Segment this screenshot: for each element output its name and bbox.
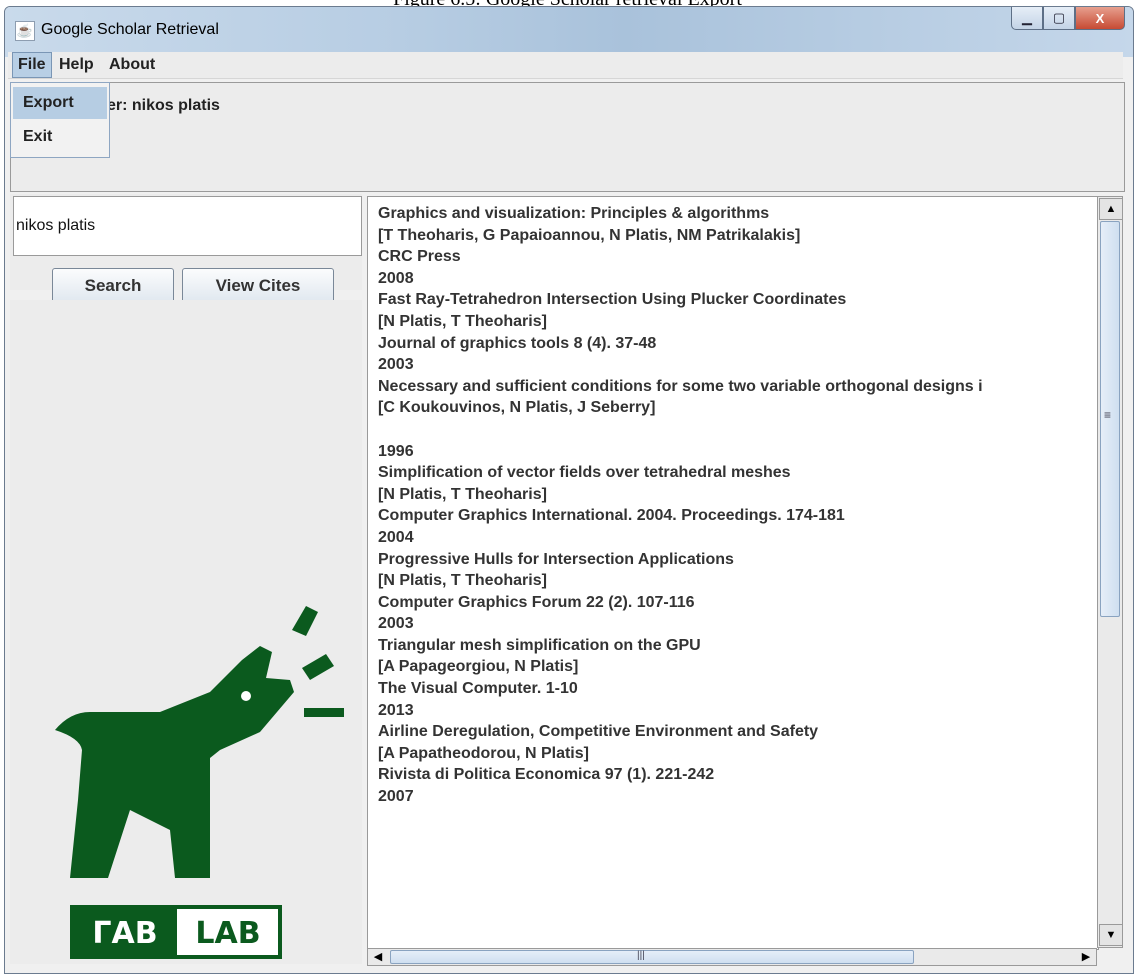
logo-text-left: ΓΑΒ — [92, 916, 157, 951]
vertical-scroll-thumb[interactable]: ≡ — [1100, 221, 1120, 617]
result-line: Journal of graphics tools 8 (4). 37-48 — [378, 334, 657, 352]
menu-about[interactable]: About — [104, 52, 160, 78]
horizontal-scrollbar[interactable]: ◀ ||| ▶ — [367, 948, 1097, 966]
result-line: [T Theoharis, G Papaioannou, N Platis, N… — [378, 226, 801, 244]
dog-eye — [241, 691, 251, 701]
result-line: 2013 — [378, 701, 414, 719]
scroll-up-icon[interactable]: ▲ — [1099, 198, 1123, 220]
search-button[interactable]: Search — [52, 268, 174, 304]
barking-dog-icon — [55, 606, 344, 878]
user-panel: er: nikos platis — [10, 82, 1125, 192]
result-line: 2003 — [378, 356, 414, 374]
result-line: [N Platis, T Theoharis] — [378, 485, 547, 503]
minimize-button[interactable]: ▁ — [1011, 7, 1043, 30]
title-bar[interactable]: ☕ Google Scholar Retrieval ▁ ▢ X — [5, 7, 1133, 57]
result-line: 2003 — [378, 615, 414, 633]
result-line: 2007 — [378, 788, 414, 806]
result-line: CRC Press — [378, 248, 461, 266]
result-line: [A Papatheodorou, N Platis] — [378, 744, 589, 762]
result-line: [N Platis, T Theoharis] — [378, 572, 547, 590]
result-line: The Visual Computer. 1-10 — [378, 680, 578, 698]
result-line: Computer Graphics Forum 22 (2). 107-116 — [378, 593, 695, 611]
result-line: [A Papageorgiou, N Platis] — [378, 658, 579, 676]
window-title: Google Scholar Retrieval — [41, 21, 219, 38]
scroll-left-icon[interactable]: ◀ — [369, 949, 387, 965]
result-line — [368, 419, 1098, 441]
vertical-scrollbar[interactable]: ▲ ≡ ▼ — [1097, 196, 1123, 948]
window-controls: ▁ ▢ X — [1011, 7, 1125, 30]
user-label: er: nikos platis — [107, 97, 220, 114]
menu-item-export[interactable]: Export — [13, 87, 107, 119]
menu-item-exit[interactable]: Exit — [13, 121, 107, 153]
result-line: 2004 — [378, 528, 414, 546]
result-line: Simplification of vector fields over tet… — [378, 464, 791, 482]
result-line: Airline Deregulation, Competitive Enviro… — [378, 723, 819, 741]
result-line: Graphics and visualization: Principles &… — [378, 205, 770, 222]
result-line: Triangular mesh simplification on the GP… — [378, 636, 701, 654]
result-line: [N Platis, T Theoharis] — [378, 312, 547, 330]
scroll-down-icon[interactable]: ▼ — [1099, 924, 1123, 946]
menu-bar: File Help About — [8, 52, 1123, 79]
result-line: Computer Graphics International. 2004. P… — [378, 507, 845, 525]
results-list[interactable]: Graphics and visualization: Principles &… — [367, 196, 1099, 950]
result-line: Fast Ray-Tetrahedron Intersection Using … — [378, 291, 847, 309]
grip-icon: ≡ — [1104, 408, 1112, 422]
horizontal-scroll-thumb[interactable]: ||| — [390, 950, 914, 964]
menu-file[interactable]: File — [12, 52, 52, 78]
result-line: Rivista di Politica Economica 97 (1). 22… — [378, 766, 715, 784]
result-line: Progressive Hulls for Intersection Appli… — [378, 550, 734, 568]
result-line: 2008 — [378, 269, 414, 287]
maximize-button[interactable]: ▢ — [1043, 7, 1075, 30]
view-cites-button[interactable]: View Cites — [182, 268, 334, 304]
menu-help[interactable]: Help — [54, 52, 99, 78]
grip-icon: ||| — [637, 950, 645, 961]
result-line: [C Koukouvinos, N Platis, J Seberry] — [378, 399, 656, 417]
result-line: Necessary and sufficient conditions for … — [378, 377, 983, 395]
logo-text-right: LAB — [195, 916, 260, 951]
result-line: 1996 — [378, 442, 414, 460]
close-button[interactable]: X — [1075, 7, 1125, 30]
java-cup-icon: ☕ — [15, 21, 35, 41]
search-input[interactable] — [13, 196, 362, 256]
file-menu-dropdown: Export Exit — [10, 82, 110, 158]
scroll-right-icon[interactable]: ▶ — [1077, 949, 1095, 965]
lab-logo: ΓΑΒ LAB — [55, 606, 344, 959]
